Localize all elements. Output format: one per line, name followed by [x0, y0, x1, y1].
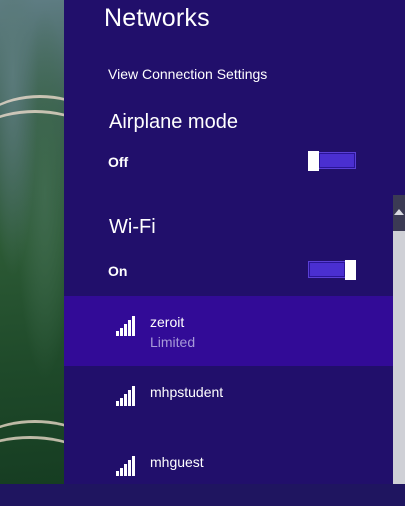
- airplane-mode-toggle[interactable]: [308, 151, 356, 171]
- wifi-signal-icon: [116, 384, 138, 406]
- wifi-toggle-thumb[interactable]: [345, 260, 356, 280]
- desktop-wallpaper: [0, 0, 64, 484]
- airplane-mode-state: Off: [108, 154, 129, 170]
- network-status: Limited: [150, 334, 196, 350]
- network-list-scrollbar[interactable]: [393, 195, 405, 484]
- network-name: mhpstudent: [150, 384, 224, 400]
- network-item-mhguest[interactable]: mhguest: [64, 436, 393, 506]
- network-list: zeroit Limited mhpstudent mhguest: [64, 296, 393, 506]
- airplane-mode-toggle-thumb[interactable]: [308, 151, 319, 171]
- view-connection-settings-link[interactable]: View Connection Settings: [108, 66, 267, 82]
- networks-panel: Networks View Connection Settings Airpla…: [64, 0, 405, 484]
- network-item-zeroit[interactable]: zeroit Limited: [64, 296, 393, 366]
- network-name: mhguest: [150, 454, 204, 470]
- airplane-mode-title: Airplane mode: [109, 111, 238, 133]
- wifi-signal-icon: [116, 314, 138, 336]
- wifi-title: Wi-Fi: [109, 216, 156, 238]
- wifi-signal-icon: [116, 454, 138, 476]
- wifi-toggle-fill: [310, 263, 344, 276]
- network-item-mhpstudent[interactable]: mhpstudent: [64, 366, 393, 436]
- scroll-up-button[interactable]: [393, 195, 405, 231]
- scroll-up-arrow-icon: [394, 209, 404, 215]
- network-name: zeroit: [150, 314, 185, 330]
- panel-title: Networks: [104, 4, 210, 32]
- airplane-mode-toggle-fill: [320, 154, 354, 167]
- wifi-state: On: [108, 263, 128, 279]
- wifi-toggle[interactable]: [308, 260, 356, 280]
